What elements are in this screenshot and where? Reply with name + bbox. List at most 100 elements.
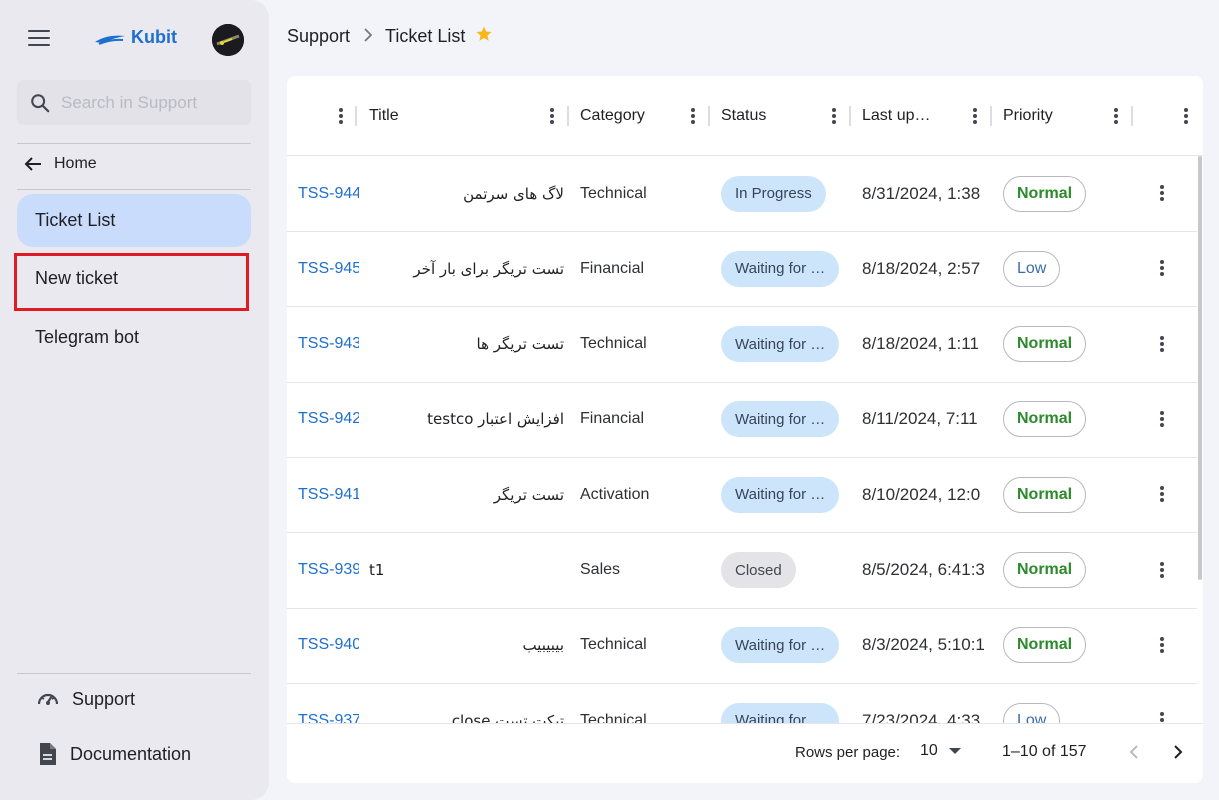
priority-cell: Normal [1003,457,1123,532]
previous-page-button[interactable] [1119,737,1149,767]
column-separator[interactable] [1131,106,1133,126]
column-menu-icon[interactable] [1114,108,1118,124]
row-actions-icon[interactable] [1160,486,1164,503]
status-cell: Waiting for … [721,608,846,683]
priority-badge: Low [1003,250,1061,287]
row-actions-icon[interactable] [1160,561,1164,578]
caret-down-icon [948,748,961,754]
table-row[interactable]: TSS-937 تیکت تست close Technical Waiting fo… [287,683,1197,723]
kubit-logo-icon [95,35,125,45]
priority-badge: Normal [1003,552,1087,588]
sidebar-item-support[interactable]: Support [36,688,135,710]
breadcrumb-current: Ticket List [385,26,466,46]
pagination: Rows per page: 10 1–10 of 157 [287,723,1203,783]
star-icon[interactable] [475,25,493,48]
ticket-category: Sales [580,561,621,578]
status-badge: Waiting for … [721,702,840,723]
table-row[interactable]: TSS-945 تست تریگر برای بار آخر Financial Wa… [287,231,1197,308]
last-updated: 8/10/2024, 12:0 [862,484,981,504]
table-body: TSS-944 لاگ های سرتمن Technical In Progress… [287,156,1203,723]
sidebar-item-new-ticket[interactable]: New ticket [17,252,251,305]
ticket-title: افزایش اعتبار testco [427,410,564,429]
next-page-button[interactable] [1163,737,1193,767]
status-badge: Waiting for … [721,326,840,363]
table-row[interactable]: TSS-940 بیبیبیب Technical Waiting for … 8/3/… [287,608,1197,684]
table-header: Title Category Status Last up… Priority [287,76,1203,156]
avatar[interactable] [212,24,244,56]
ticket-id-link[interactable]: TSS-941 [298,457,359,532]
ticket-id-link[interactable]: TSS-942 [298,382,359,457]
column-menu-icon[interactable] [832,108,836,124]
row-actions-icon[interactable] [1160,712,1164,723]
last-updated: 8/18/2024, 1:11 [862,334,979,354]
ticket-category: Technical [580,184,647,202]
scrollbar[interactable] [1198,156,1202,580]
table-row[interactable]: TSS-943 تست تریگر ها Technical Waiting for … [287,307,1197,383]
sidebar-item-telegram-bot[interactable]: Telegram bot [17,311,251,364]
priority-cell: Normal [1003,382,1123,457]
table-row[interactable]: TSS-944 لاگ های سرتمن Technical In Progress… [287,156,1197,232]
ticket-id-link[interactable]: TSS-937 [298,683,359,723]
column-header-priority[interactable]: Priority [1003,104,1053,128]
table-row[interactable]: TSS-941 تست تریگر Activation Waiting for … 8… [287,457,1197,534]
chevron-left-icon [1129,745,1138,759]
row-actions-icon[interactable] [1160,335,1164,352]
column-separator[interactable] [355,106,357,126]
home-link[interactable]: Home [24,155,97,173]
column-separator[interactable] [708,106,710,126]
search-box[interactable] [17,80,251,125]
column-menu-icon[interactable] [1184,108,1188,124]
divider [17,143,251,144]
status-cell: Waiting for … [721,683,846,723]
status-badge: In Progress [721,175,826,212]
column-menu-icon[interactable] [339,108,343,124]
last-updated: 8/5/2024, 6:41:3 [862,560,985,579]
chevron-right-icon [1174,745,1183,759]
row-actions-icon[interactable] [1160,636,1164,653]
rows-per-page-label: Rows per page: [795,744,901,761]
row-actions-icon[interactable] [1160,260,1164,277]
priority-cell: Low [1003,231,1123,306]
last-updated: 8/11/2024, 7:11 [862,409,978,429]
table-row[interactable]: TSS-939 t1 Sales Closed 8/5/2024, 6:41:3 Norm… [287,533,1197,609]
app-logo[interactable]: Kubit [93,27,177,48]
sidebar-item-ticket-list[interactable]: Ticket List [17,194,251,247]
chevron-right-icon [363,26,373,47]
sidebar-item-label: Ticket List [35,210,116,230]
priority-cell: Low [1003,683,1123,723]
menu-icon[interactable] [28,30,50,48]
table-row[interactable]: TSS-942 افزایش اعتبار testco Financial Wait… [287,382,1197,458]
column-header-title[interactable]: Title [369,104,399,128]
status-badge: Waiting for … [721,476,840,513]
column-separator[interactable] [990,106,992,126]
ticket-category: Financial [580,410,645,428]
ticket-id-link[interactable]: TSS-945 [298,231,359,306]
ticket-id-link[interactable]: TSS-939 [298,533,359,608]
rows-per-page-select[interactable]: 10 [920,742,961,760]
ticket-title: t1 [369,561,385,579]
search-icon [31,93,50,112]
column-header-last-updated[interactable]: Last up… [862,104,930,128]
ticket-id-link[interactable]: TSS-940 [298,608,359,683]
row-actions-icon[interactable] [1160,185,1164,201]
column-menu-icon[interactable] [691,108,695,124]
breadcrumb-parent[interactable]: Support [287,26,350,47]
column-header-status[interactable]: Status [721,104,766,128]
column-menu-icon[interactable] [550,108,554,124]
column-menu-icon[interactable] [973,108,977,124]
sidebar-header: Kubit [0,0,269,78]
sidebar-item-documentation[interactable]: Documentation [36,742,191,766]
column-separator[interactable] [849,106,851,126]
row-actions-icon[interactable] [1160,410,1164,427]
priority-cell: Normal [1003,307,1123,382]
arrow-left-icon [24,157,41,171]
status-badge: Closed [721,552,796,588]
ticket-id-link[interactable]: TSS-943 [298,307,359,382]
ticket-id-link[interactable]: TSS-944 [298,156,359,231]
column-header-category[interactable]: Category [580,104,645,128]
ticket-title: تیکت تست close [451,711,564,723]
sidebar-item-label: Telegram bot [35,327,140,347]
column-separator[interactable] [567,106,569,126]
search-input[interactable] [61,92,241,113]
priority-badge: Low [1003,702,1061,723]
